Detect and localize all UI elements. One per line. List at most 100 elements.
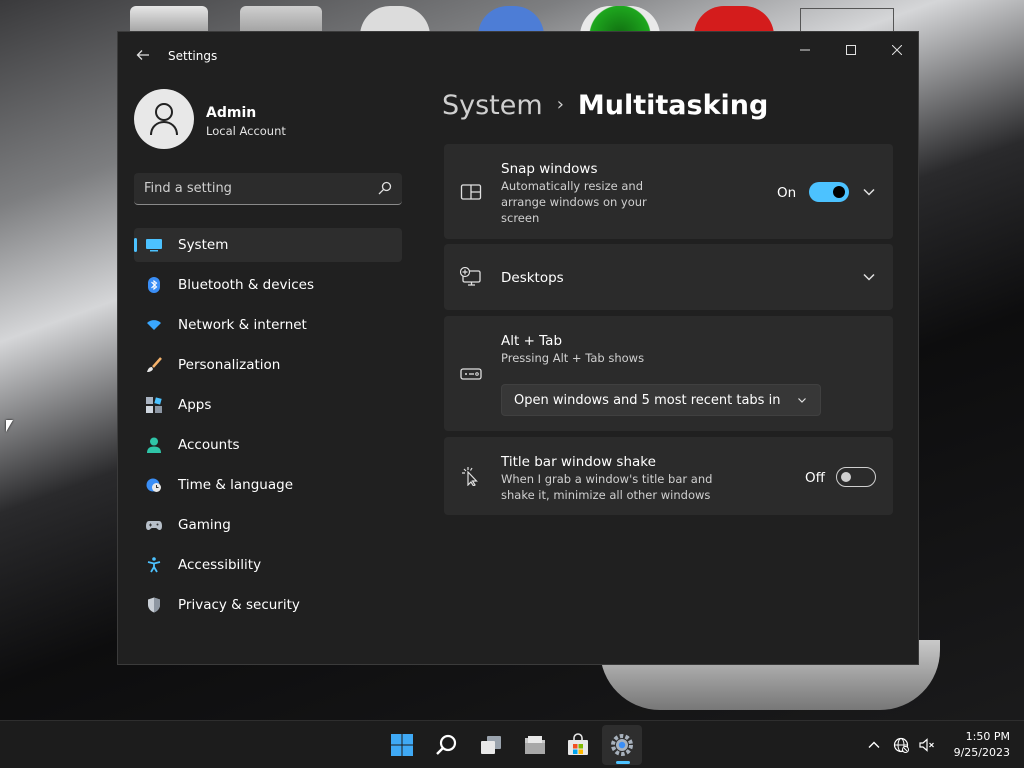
sidebar-item-label: Network & internet [178, 317, 307, 333]
sidebar-item-label: Accounts [178, 437, 240, 453]
avatar [134, 89, 194, 149]
chevron-down-icon[interactable] [861, 184, 877, 200]
maximize-button[interactable] [828, 38, 874, 66]
snap-windows-toggle[interactable] [809, 182, 849, 202]
sidebar-item-label: Bluetooth & devices [178, 277, 315, 293]
search-box[interactable] [134, 173, 402, 205]
sidebar-item-apps[interactable]: Apps [134, 388, 402, 422]
desktops-title: Desktops [501, 270, 564, 286]
sidebar-item-system[interactable]: System [134, 228, 402, 262]
profile-account-type: Local Account [206, 124, 286, 138]
start-icon [391, 734, 413, 756]
sidebar-item-personalization[interactable]: Personalization [134, 348, 402, 382]
sidebar-item-accessibility[interactable]: Accessibility [134, 548, 402, 582]
back-button[interactable] [132, 47, 154, 67]
sidebar-item-accounts[interactable]: Accounts [134, 428, 402, 462]
active-app-indicator [616, 761, 630, 764]
snap-windows-toggle-label: On [777, 185, 797, 201]
brush-icon [147, 357, 162, 372]
chevron-up-icon[interactable] [866, 737, 882, 753]
app-title: Settings [168, 49, 218, 63]
keyboard-tab-icon [460, 368, 482, 380]
sidebar-nav: System Bluetooth & devices Network & int… [134, 228, 402, 628]
toggle-knob [841, 472, 851, 482]
title-bar-shake-card: Title bar window shake When I grab a win… [444, 437, 893, 515]
alt-tab-title: Alt + Tab [501, 333, 563, 349]
sidebar-item-label: Personalization [178, 357, 281, 373]
sidebar-item-privacy-security[interactable]: Privacy & security [134, 588, 402, 622]
mouse-cursor-icon [6, 420, 13, 432]
clock-time: 1:50 PM [965, 730, 1010, 743]
gamepad-icon [146, 521, 162, 530]
title-bar-shake-title: Title bar window shake [501, 454, 656, 470]
alt-tab-dropdown-value: Open windows and 5 most recent tabs in M… [514, 393, 784, 408]
snap-windows-title: Snap windows [501, 161, 598, 177]
alt-tab-card: Alt + Tab Pressing Alt + Tab shows Open … [444, 316, 893, 431]
title-bar-shake-description: When I grab a window's title bar and sha… [501, 472, 713, 502]
maximize-icon [846, 45, 856, 55]
close-button[interactable] [874, 38, 920, 66]
store-icon [568, 733, 588, 755]
search-icon[interactable] [378, 181, 392, 195]
system-clock[interactable]: 1:50 PM 9/25/2023 [944, 729, 1010, 761]
accessibility-icon [147, 557, 161, 573]
apps-icon [146, 397, 162, 413]
task-view-icon [481, 736, 501, 754]
sidebar-item-label: Apps [178, 397, 212, 413]
snap-windows-card[interactable]: Snap windows Automatically resize and ar… [444, 144, 893, 239]
snap-windows-description: Automatically resize and arrange windows… [501, 179, 647, 225]
volume-muted-icon[interactable] [919, 737, 935, 753]
search-input[interactable] [144, 173, 364, 203]
wifi-icon [147, 320, 161, 330]
pointer-shake-icon [462, 467, 478, 486]
taskbar: 1:50 PM 9/25/2023 [0, 720, 1024, 768]
breadcrumb-separator: › [556, 94, 564, 115]
sidebar-item-label: Time & language [178, 477, 294, 493]
store-button[interactable] [558, 725, 598, 765]
sidebar-item-gaming[interactable]: Gaming [134, 508, 402, 542]
title-bar-shake-toggle-label: Off [805, 470, 825, 486]
user-icon [150, 103, 178, 136]
virtual-desktop-icon [460, 267, 481, 286]
settings-window: Settings Admin Local Account System Blue… [117, 31, 919, 665]
alt-tab-dropdown[interactable]: Open windows and 5 most recent tabs in M… [501, 384, 821, 416]
chevron-down-icon [798, 398, 806, 403]
toggle-knob [833, 186, 845, 198]
system-icon [146, 239, 162, 252]
snap-layout-icon [460, 184, 482, 200]
minimize-button[interactable] [782, 38, 828, 66]
sidebar-item-label: Accessibility [178, 557, 262, 573]
sidebar-item-label: Privacy & security [178, 597, 300, 613]
chevron-down-icon[interactable] [861, 269, 877, 285]
settings-icon [611, 734, 633, 756]
globe-clock-icon [146, 478, 161, 492]
desktops-card[interactable]: Desktops [444, 244, 893, 310]
clock-date: 9/25/2023 [953, 746, 1010, 759]
profile-name: Admin [206, 105, 257, 121]
settings-taskbar-button[interactable] [602, 725, 642, 765]
title-bar[interactable]: Settings [118, 32, 918, 80]
back-arrow-icon [136, 50, 149, 60]
title-bar-shake-toggle[interactable] [836, 467, 876, 487]
sidebar-item-time-language[interactable]: Time & language [134, 468, 402, 502]
shield-icon [148, 597, 160, 613]
breadcrumb-parent[interactable]: System [442, 90, 543, 121]
person-icon [147, 437, 161, 453]
file-explorer-icon [525, 736, 545, 754]
sidebar-item-network[interactable]: Network & internet [134, 308, 402, 342]
breadcrumb: System › Multitasking [442, 90, 768, 121]
search-icon [436, 734, 457, 755]
sidebar-item-label: System [178, 237, 229, 253]
sidebar-item-label: Gaming [178, 517, 231, 533]
close-icon [891, 44, 903, 56]
minimize-icon [800, 49, 810, 51]
sidebar-item-bluetooth[interactable]: Bluetooth & devices [134, 268, 402, 302]
page-title: Multitasking [577, 90, 769, 121]
network-globe-icon[interactable] [893, 737, 909, 753]
alt-tab-description: Pressing Alt + Tab shows [501, 351, 645, 365]
file-explorer-button[interactable] [515, 725, 555, 765]
bluetooth-icon [148, 277, 160, 293]
taskbar-search-button[interactable] [427, 725, 467, 765]
task-view-button[interactable] [471, 725, 511, 765]
start-button[interactable] [382, 725, 422, 765]
